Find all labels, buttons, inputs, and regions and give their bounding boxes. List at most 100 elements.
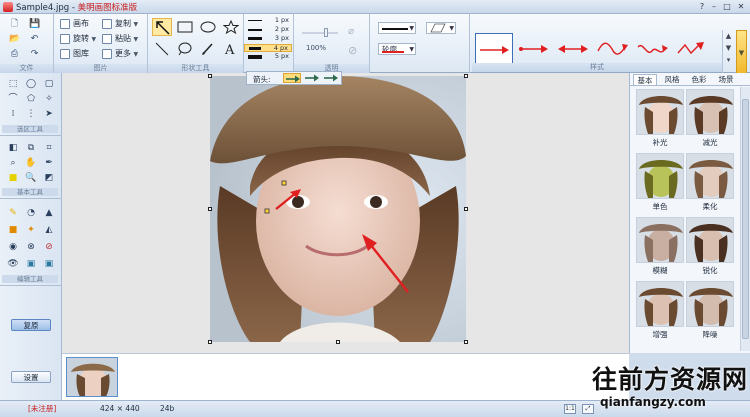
minimize-button[interactable]: – [708, 1, 720, 12]
rect-select-icon[interactable]: ⬚ [7, 78, 19, 90]
effect-thumbnail[interactable] [636, 153, 684, 199]
pen-tool-button[interactable] [198, 40, 218, 58]
resize-handle-ml[interactable] [208, 207, 212, 211]
fill-style-dropdown[interactable]: ▼ [426, 22, 456, 34]
line-tool-button[interactable] [152, 40, 172, 58]
arrow-style-5[interactable] [635, 33, 673, 67]
ellipse-tool-button[interactable] [198, 18, 218, 36]
resize-handle-bm[interactable] [336, 340, 340, 344]
zoom-tool-icon[interactable]: ⌕ [7, 157, 19, 169]
effect-thumbnail[interactable] [636, 281, 684, 327]
clone-stamp-icon[interactable]: ⧉ [25, 142, 37, 154]
polygon-select-icon[interactable]: ⬠ [25, 93, 37, 105]
effect-thumbnail[interactable] [686, 153, 734, 199]
print-icon[interactable]: ⎙ [9, 49, 20, 59]
settings-button[interactable]: 设置 [11, 371, 51, 383]
line-style-dropdown[interactable]: ▼ [378, 22, 416, 34]
highlighter-icon[interactable]: ■ [7, 172, 19, 184]
move-select-icon[interactable]: ➤ [43, 108, 55, 120]
arrow-end-handle[interactable] [281, 180, 287, 186]
canvas-button[interactable]: 画布 [60, 18, 89, 30]
redo-icon[interactable]: ↷ [29, 49, 40, 59]
arrow-start-handle[interactable] [264, 208, 270, 214]
arrow-type-2[interactable] [303, 73, 321, 83]
stroke-4px-option[interactable]: 4 px [244, 44, 292, 52]
rotate-button[interactable]: 旋转 ▼ [60, 33, 96, 45]
resize-handle-bl[interactable] [208, 340, 212, 344]
star-tool-button[interactable] [221, 18, 241, 36]
frame-icon[interactable]: ▣ [25, 258, 37, 270]
tab-scene[interactable]: 场景 [714, 74, 738, 85]
effect-thumbnail[interactable] [686, 281, 734, 327]
arrow-style-1[interactable] [475, 33, 513, 67]
open-folder-icon[interactable]: 📂 [9, 34, 20, 44]
tab-basic[interactable]: 基本 [633, 74, 657, 85]
magic-wand-icon[interactable]: ✧ [43, 93, 55, 105]
no-entry-icon[interactable]: ⊘ [43, 241, 55, 253]
sharpen-icon[interactable]: ▲ [43, 207, 55, 219]
canvas-area[interactable] [62, 73, 629, 353]
undo-icon[interactable]: ↶ [29, 34, 40, 44]
view-eye-icon[interactable]: 👁 [7, 258, 19, 270]
photo-image[interactable] [210, 76, 466, 342]
chevron-up-icon[interactable]: ▲ [723, 30, 734, 42]
paste-button[interactable]: 粘贴 ▼ [102, 33, 138, 45]
crop-icon[interactable]: ⌗ [43, 142, 55, 154]
effects-scrollbar[interactable] [740, 87, 750, 351]
blur-icon[interactable]: ◔ [25, 207, 37, 219]
close-button[interactable]: ✕ [735, 1, 747, 12]
effect-thumbnail[interactable] [686, 89, 734, 135]
border-icon[interactable]: ▣ [43, 258, 55, 270]
tab-style[interactable]: 风格 [660, 74, 684, 85]
expand-gallery-button[interactable]: ▼ [736, 30, 747, 74]
opacity-slider-handle[interactable] [324, 28, 328, 37]
actual-size-icon[interactable]: 1:1 [564, 404, 576, 414]
stroke-2px-option[interactable]: 2 px [244, 25, 292, 34]
red-eye-icon[interactable]: ◉ [7, 241, 19, 253]
sparkle-icon[interactable]: ✦ [25, 224, 37, 236]
outline-dropdown[interactable]: 轮廓 ▼ [378, 43, 416, 55]
more-button[interactable]: 更多 ▼ [102, 48, 138, 60]
dodge-icon[interactable]: ◭ [43, 224, 55, 236]
spot-heal-icon[interactable]: ⊗ [25, 241, 37, 253]
eraser-icon[interactable]: ◧ [7, 142, 19, 154]
brush-icon[interactable]: ✎ [7, 207, 19, 219]
resize-handle-tr[interactable] [464, 74, 468, 78]
arrow-style-6[interactable] [675, 33, 713, 67]
stroke-5px-option[interactable]: 5 px [244, 52, 292, 61]
paint-bucket-icon[interactable]: ■ [7, 224, 19, 236]
stroke-1px-option[interactable]: 1 px [244, 16, 292, 25]
stroke-3px-option[interactable]: 3 px [244, 34, 292, 43]
resize-handle-br[interactable] [464, 340, 468, 344]
resize-handle-mr[interactable] [464, 207, 468, 211]
rectangle-tool-button[interactable] [175, 18, 195, 36]
arrow-style-4[interactable] [595, 33, 633, 67]
help-button[interactable]: ? [696, 1, 708, 12]
arrow-style-2[interactable] [515, 33, 553, 67]
line-select-icon[interactable]: ⁞ [7, 108, 19, 120]
effect-thumbnail[interactable] [686, 217, 734, 263]
column-select-icon[interactable]: ⋮ [25, 108, 37, 120]
lasso-select-icon[interactable]: ⌒ [7, 93, 19, 105]
eyedropper-icon[interactable]: ✒ [43, 157, 55, 169]
effect-thumbnail[interactable] [636, 217, 684, 263]
maximize-button[interactable]: □ [721, 1, 733, 12]
expand-icon[interactable]: ▾ [723, 54, 734, 66]
save-icon[interactable]: 💾 [29, 19, 40, 29]
chevron-down-icon[interactable]: ▼ [723, 42, 734, 54]
reset-button[interactable]: 复原 [11, 319, 51, 331]
arrow-tool-button[interactable] [152, 18, 172, 36]
scrollbar-thumb[interactable] [742, 99, 749, 339]
smudge-icon[interactable]: ◩ [43, 172, 55, 184]
tab-color[interactable]: 色彩 [687, 74, 711, 85]
arrow-type-1[interactable] [283, 73, 301, 83]
hand-tool-icon[interactable]: ✋ [25, 157, 37, 169]
resize-handle-tl[interactable] [208, 74, 212, 78]
text-tool-button[interactable]: A [221, 40, 241, 58]
copy-button[interactable]: 复制 ▼ [102, 18, 138, 30]
effect-thumbnail[interactable] [636, 89, 684, 135]
gallery-button[interactable]: 图库 [60, 48, 89, 60]
rounded-select-icon[interactable]: ▢ [43, 78, 55, 90]
search-icon[interactable]: 🔍 [25, 172, 37, 184]
new-file-icon[interactable]: 🗋 [9, 19, 20, 29]
